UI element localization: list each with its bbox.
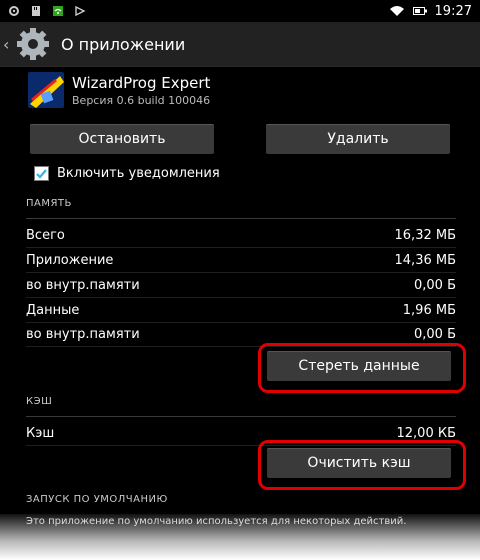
settings-gear-icon[interactable]: [13, 24, 53, 64]
notifications-toggle[interactable]: Включить уведомления: [34, 166, 220, 181]
row-value: 12,00 КБ: [396, 425, 457, 441]
stop-button[interactable]: Остановить: [30, 124, 214, 154]
app-logo-icon: [28, 72, 64, 108]
wifi-icon: [389, 6, 404, 16]
wifi-alert-icon: [53, 6, 63, 16]
row-label: во внутр.памяти: [26, 326, 140, 342]
row-value: 14,36 МБ: [394, 252, 456, 268]
clear-data-button[interactable]: Стереть данные: [267, 351, 451, 381]
app-version: Версия 0.6 build 100046: [72, 93, 211, 107]
row-label: Приложение: [26, 252, 114, 268]
storage-row-total: Всего 16,32 МБ: [26, 223, 456, 248]
row-label: во внутр.памяти: [26, 277, 140, 293]
page-title: О приложении: [61, 34, 186, 54]
notifications-label: Включить уведомления: [57, 166, 220, 181]
storage-row-app: Приложение 14,36 МБ: [26, 248, 456, 273]
row-value: 16,32 МБ: [394, 227, 456, 243]
app-header: WizardProg Expert Версия 0.6 build 10004…: [26, 70, 210, 110]
row-label: Всего: [26, 227, 65, 243]
uninstall-button[interactable]: Удалить: [266, 124, 450, 154]
row-value: 0,00 Б: [414, 277, 456, 293]
launch-header: ЗАПУСК ПО УМОЛЧАНИЮ: [26, 494, 456, 515]
sd-card-icon: [32, 6, 40, 16]
clock: 19:27: [434, 3, 472, 19]
cache-header: КЭШ: [26, 396, 456, 417]
signal-off-icon: [75, 5, 86, 17]
launch-description: Это приложение по умолчанию используется…: [26, 516, 407, 527]
clear-cache-button[interactable]: Очистить кэш: [267, 448, 451, 478]
row-label: Данные: [26, 302, 80, 318]
action-bar: ‹ О приложении: [0, 22, 480, 67]
notifications-checkbox[interactable]: [34, 166, 49, 181]
app-name: WizardProg Expert: [72, 73, 211, 92]
storage-header: ПАМЯТЬ: [26, 198, 456, 219]
row-value: 0,00 Б: [414, 326, 456, 342]
checkmark-icon: [36, 169, 47, 179]
row-label: Кэш: [26, 425, 55, 441]
status-bar: 19:27: [0, 0, 480, 22]
settings-icon: [9, 6, 19, 16]
storage-row-data: Данные 1,96 МБ: [26, 298, 456, 323]
back-chevron-icon[interactable]: ‹: [3, 35, 11, 54]
storage-row-internal-1: во внутр.памяти 0,00 Б: [26, 273, 456, 298]
row-value: 1,96 МБ: [402, 302, 456, 318]
battery-icon: [412, 7, 427, 15]
